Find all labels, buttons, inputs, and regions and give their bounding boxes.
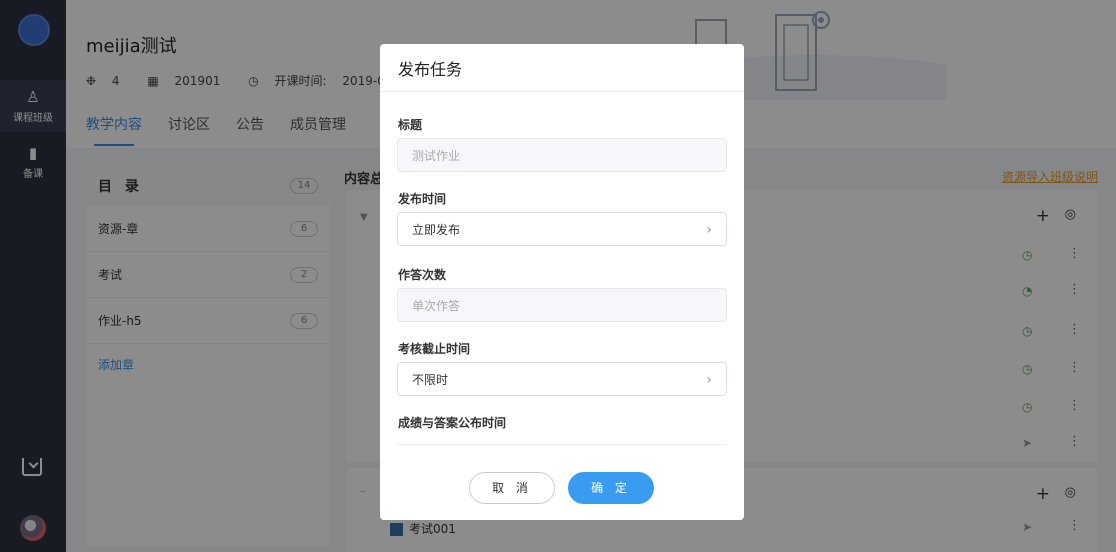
cancel-button[interactable]: 取 消 xyxy=(469,472,555,504)
attempts-label: 作答次数 xyxy=(398,268,447,282)
deadline-select[interactable]: 不限时 › xyxy=(397,362,727,396)
title-input[interactable]: 测试作业 xyxy=(397,138,727,172)
publish-time-value: 立即发布 xyxy=(412,223,461,237)
publish-time-label: 发布时间 xyxy=(398,192,447,206)
attempts-input[interactable]: 单次作答 xyxy=(397,288,727,322)
score-release-label: 成绩与答案公布时间 xyxy=(398,416,507,430)
title-label: 标题 xyxy=(398,118,423,132)
deadline-value: 不限时 xyxy=(412,373,449,387)
publish-task-dialog: 发布任务 标题 测试作业 发布时间 立即发布 › 作答次数 单次作答 考核截止时… xyxy=(380,44,744,520)
confirm-button[interactable]: 确 定 xyxy=(568,472,654,504)
divider xyxy=(397,444,727,445)
publish-time-select[interactable]: 立即发布 › xyxy=(397,212,727,246)
chevron-right-icon: › xyxy=(706,372,712,388)
dialog-title: 发布任务 xyxy=(380,44,744,92)
chevron-right-icon: › xyxy=(706,222,712,238)
deadline-label: 考核截止时间 xyxy=(398,342,471,356)
